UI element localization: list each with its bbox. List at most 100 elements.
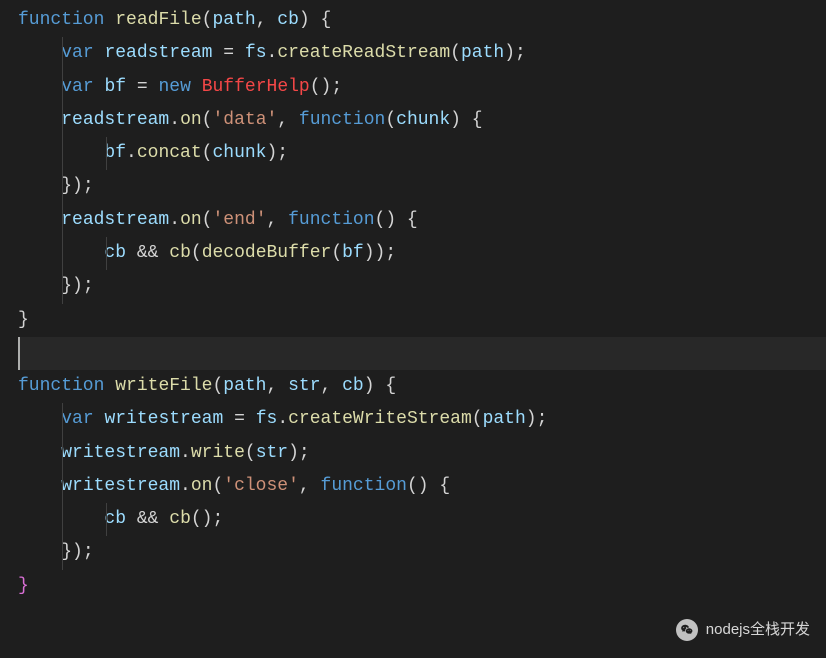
code-token: ) { [299, 10, 331, 30]
code-token: cb [277, 10, 299, 30]
code-line[interactable]: cb && cb(decodeBuffer(bf)); [18, 237, 826, 270]
code-token: on [180, 110, 202, 130]
code-token: } [18, 576, 29, 596]
code-token: . [180, 443, 191, 463]
indent [18, 276, 61, 296]
indent-guide [62, 437, 63, 470]
code-token [212, 43, 223, 63]
code-token: ) { [364, 376, 396, 396]
indent-guide [62, 204, 63, 237]
code-line[interactable]: }); [18, 270, 826, 303]
code-token: }); [61, 542, 93, 562]
code-line[interactable]: bf.concat(chunk); [18, 137, 826, 170]
code-line[interactable]: function writeFile(path, str, cb) { [18, 370, 826, 403]
code-token: write [191, 443, 245, 463]
code-token: on [180, 210, 202, 230]
code-token [104, 376, 115, 396]
code-token: cb [104, 243, 126, 263]
code-token: createWriteStream [288, 409, 472, 429]
code-token: ( [245, 443, 256, 463]
code-token: )); [364, 243, 396, 263]
indent-guide [62, 37, 63, 70]
code-token: bf [104, 77, 126, 97]
code-token [191, 77, 202, 97]
code-token: writestream [61, 476, 180, 496]
code-token [126, 77, 137, 97]
code-token: . [277, 409, 288, 429]
code-token: , [267, 210, 289, 230]
code-token: (); [310, 77, 342, 97]
code-token: . [126, 143, 137, 163]
code-token: readFile [115, 10, 201, 30]
code-token: ( [331, 243, 342, 263]
code-token: new [158, 77, 190, 97]
code-token: var [61, 77, 93, 97]
code-token [158, 243, 169, 263]
code-line[interactable]: } [18, 304, 826, 337]
code-token: . [169, 210, 180, 230]
code-token: 'close' [223, 476, 299, 496]
code-token: path [212, 10, 255, 30]
code-line[interactable]: readstream.on('end', function() { [18, 204, 826, 237]
code-token: function [299, 110, 385, 130]
code-token: cb [169, 509, 191, 529]
code-token: , [277, 110, 299, 130]
code-token: writeFile [115, 376, 212, 396]
code-line[interactable]: cb && cb(); [18, 503, 826, 536]
code-token: ( [385, 110, 396, 130]
watermark-text: nodejs全栈开发 [706, 616, 810, 644]
code-token: }); [61, 176, 93, 196]
code-token: ( [191, 243, 202, 263]
code-token: function [18, 10, 104, 30]
code-token: createReadStream [277, 43, 450, 63]
code-token [126, 243, 137, 263]
indent [18, 542, 61, 562]
code-token: ( [212, 376, 223, 396]
wechat-icon [676, 619, 698, 641]
code-token: var [61, 409, 93, 429]
code-token: function [288, 210, 374, 230]
indent-guide [62, 503, 63, 536]
code-token: decodeBuffer [202, 243, 332, 263]
indent [18, 110, 61, 130]
code-line[interactable]: var bf = new BufferHelp(); [18, 71, 826, 104]
code-line[interactable]: writestream.write(str); [18, 437, 826, 470]
indent [18, 476, 61, 496]
code-token [94, 409, 105, 429]
code-token: ) { [450, 110, 482, 130]
cursor-icon [18, 337, 20, 370]
code-token [223, 409, 234, 429]
code-line[interactable]: } [18, 570, 826, 603]
code-line[interactable]: writestream.on('close', function() { [18, 470, 826, 503]
indent-guide [62, 170, 63, 203]
code-token: && [137, 243, 159, 263]
code-token: , [256, 10, 278, 30]
code-token: ); [526, 409, 548, 429]
code-token: writestream [61, 443, 180, 463]
code-token: ); [504, 43, 526, 63]
code-token: , [321, 376, 343, 396]
code-line[interactable]: readstream.on('data', function(chunk) { [18, 104, 826, 137]
code-token: var [61, 43, 93, 63]
code-token: }); [61, 276, 93, 296]
code-line[interactable]: var readstream = fs.createReadStream(pat… [18, 37, 826, 70]
code-token: ( [472, 409, 483, 429]
code-line[interactable]: }); [18, 170, 826, 203]
code-token [94, 43, 105, 63]
code-editor[interactable]: function readFile(path, cb) { var readst… [0, 0, 826, 607]
indent [18, 43, 61, 63]
indent [18, 176, 61, 196]
code-token: 'data' [212, 110, 277, 130]
code-token: . [180, 476, 191, 496]
indent-guide [62, 71, 63, 104]
code-line[interactable]: var writestream = fs.createWriteStream(p… [18, 403, 826, 436]
code-token: str [288, 376, 320, 396]
code-token: function [321, 476, 407, 496]
code-token: cb [169, 243, 191, 263]
code-token: () { [375, 210, 418, 230]
code-token: ( [202, 143, 213, 163]
code-token: ); [288, 443, 310, 463]
code-line[interactable]: function readFile(path, cb) { [18, 4, 826, 37]
code-token: on [191, 476, 213, 496]
code-line[interactable]: }); [18, 536, 826, 569]
